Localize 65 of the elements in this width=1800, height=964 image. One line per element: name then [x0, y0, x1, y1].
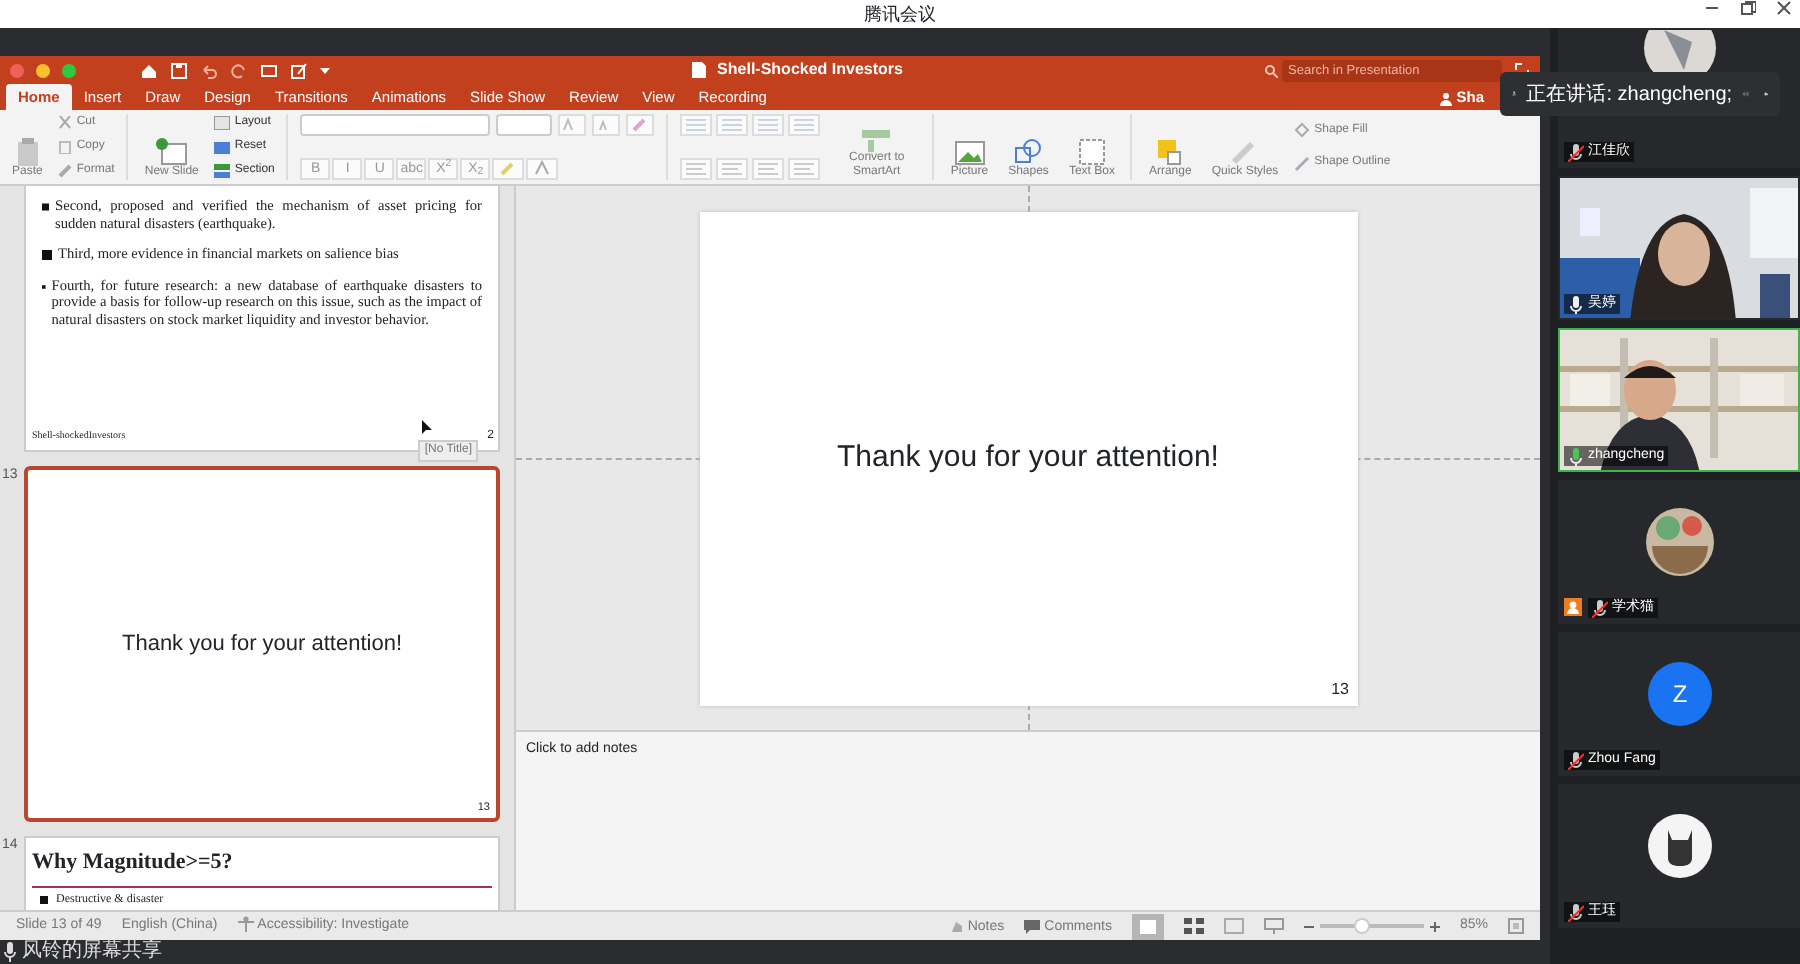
document-icon	[691, 62, 706, 78]
smartart-icon	[860, 124, 893, 152]
speaking-label: 正在讲话: zhangcheng;	[1526, 81, 1733, 109]
text-box-icon	[1077, 138, 1106, 166]
slide-canvas[interactable]: Thank you for your attention! 13	[699, 211, 1357, 705]
shrink-font-icon[interactable]	[592, 114, 621, 136]
add-person-icon	[1440, 91, 1457, 106]
avatar-circle: Z	[1648, 662, 1712, 726]
bullet-icon	[40, 896, 48, 904]
align-icon[interactable]	[752, 158, 785, 180]
normal-view-icon[interactable]	[1131, 913, 1164, 939]
highlight-icon[interactable]	[492, 158, 525, 180]
pencil-icon	[1294, 155, 1311, 172]
notes-icon	[949, 919, 964, 933]
present-icon[interactable]	[260, 61, 278, 79]
page-number: 13	[1331, 677, 1349, 701]
app-title: 腾讯会议	[864, 2, 936, 28]
slide-sorter-icon[interactable]	[1183, 918, 1204, 934]
close-icon[interactable]	[1776, 0, 1792, 16]
slide-text: Thank you for your attention!	[121, 629, 403, 660]
fit-icon[interactable]	[1508, 918, 1524, 934]
zoom-out-icon[interactable]	[1303, 921, 1314, 931]
bullet-icon	[42, 250, 52, 261]
shapes-icon	[1012, 138, 1045, 166]
document-title: Shell-Shocked Investors	[717, 58, 903, 82]
new-slide-icon	[155, 138, 188, 166]
undo-icon[interactable]	[200, 61, 218, 79]
comment-icon	[1024, 919, 1041, 933]
picture-icon	[953, 138, 986, 166]
cursor-icon	[422, 420, 432, 434]
screen-share-label: 风铃的屏幕共享	[22, 940, 162, 964]
search-icon	[1264, 63, 1279, 77]
edit-icon[interactable]	[290, 61, 308, 79]
bullet-icon	[42, 202, 50, 212]
list-icon[interactable]	[788, 114, 821, 136]
align-icon[interactable]	[788, 158, 821, 180]
list-icon[interactable]	[680, 114, 713, 136]
reading-view-icon[interactable]	[1223, 918, 1244, 934]
accessibility-icon	[237, 915, 254, 932]
section-icon	[214, 164, 231, 178]
font-name-field[interactable]	[300, 114, 491, 136]
list-icon[interactable]	[752, 114, 785, 136]
slide-heading: Why Magnitude>=5?	[32, 846, 492, 887]
arrange-icon	[1154, 138, 1187, 166]
grow-font-icon[interactable]	[558, 114, 587, 136]
home-icon[interactable]	[140, 61, 158, 79]
clipboard-icon	[15, 138, 40, 166]
dropdown-icon[interactable]	[320, 65, 330, 75]
clear-format-icon[interactable]	[626, 114, 655, 136]
layout-icon	[214, 116, 231, 130]
reset-icon	[214, 140, 231, 154]
align-icon[interactable]	[716, 158, 749, 180]
font-size-field[interactable]	[496, 114, 553, 136]
redo-icon[interactable]	[230, 61, 248, 79]
copy-icon	[58, 140, 73, 154]
slideshow-icon[interactable]	[1263, 918, 1284, 934]
save-icon[interactable]	[170, 61, 188, 79]
align-icon[interactable]	[680, 158, 713, 180]
list-icon[interactable]	[716, 114, 749, 136]
scissors-icon	[58, 116, 73, 130]
restore-icon[interactable]	[1740, 0, 1756, 16]
cat-avatar-icon	[1648, 814, 1712, 878]
microphone-icon[interactable]	[4, 942, 16, 962]
zoom-in-icon[interactable]	[1429, 921, 1440, 931]
font-color-icon[interactable]	[526, 158, 559, 180]
